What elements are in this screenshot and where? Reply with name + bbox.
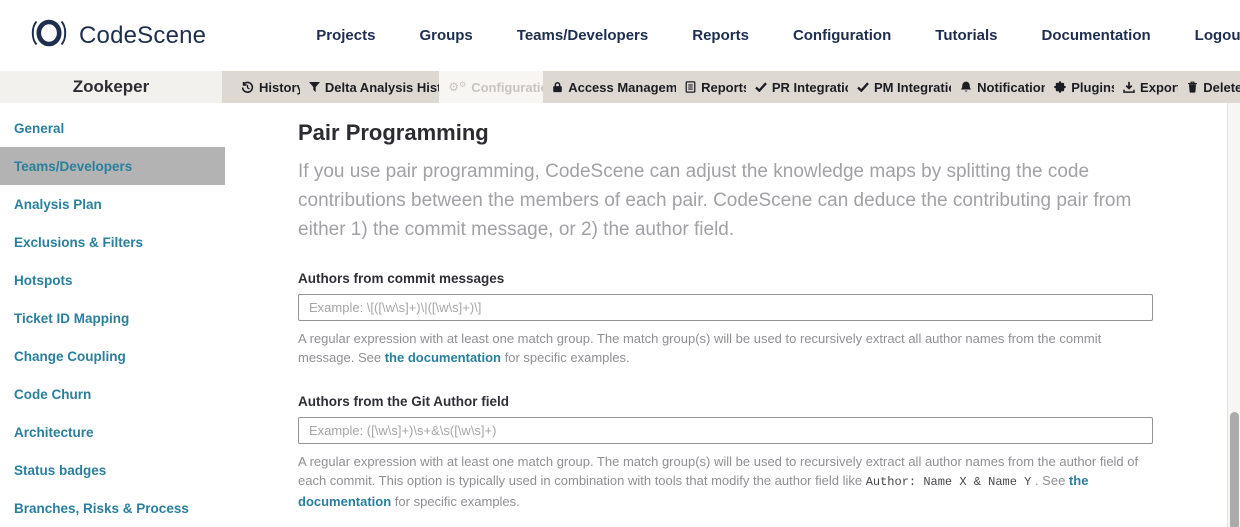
help-text-end: for specific examples. (391, 494, 520, 509)
history-icon (241, 81, 254, 94)
config-sidebar: GeneralTeams/DevelopersAnalysis PlanExcl… (0, 103, 225, 527)
check-icon (755, 82, 767, 92)
sidebar-item-analysis-plan[interactable]: Analysis Plan (0, 185, 225, 223)
sidebar-item-branches-risks-process[interactable]: Branches, Risks & Process (0, 489, 225, 527)
tab-label: PR Integration (772, 80, 848, 95)
tab-label: Configuration (471, 80, 543, 95)
main-nav: Projects Groups Teams/Developers Reports Con… (316, 27, 1240, 44)
tab-label: Delete (1203, 80, 1240, 95)
tab-pm-integration[interactable]: PM Integration (848, 71, 951, 103)
help-after-code: . See (1031, 473, 1069, 488)
help-text-end: for specific examples. (501, 350, 630, 365)
tab-label: History (259, 80, 300, 95)
git-author-help: A regular expression with at least one m… (298, 452, 1153, 511)
git-author-regex-input[interactable] (298, 417, 1153, 444)
tab-label: Plugins (1071, 80, 1114, 95)
tab-label: Reports (701, 80, 746, 95)
nav-item-documentation[interactable]: Documentation (1042, 27, 1151, 44)
tab-label: Delta Analysis History (325, 80, 439, 95)
nav-item-projects[interactable]: Projects (316, 27, 375, 44)
tab-notifications[interactable]: Notifications (951, 71, 1045, 103)
git-author-label: Authors from the Git Author field (298, 394, 1240, 409)
tab-label: Export (1140, 80, 1178, 95)
trash-icon (1187, 81, 1198, 93)
sidebar-item-architecture[interactable]: Architecture (0, 413, 225, 451)
main-content: Pair Programming If you use pair program… (225, 103, 1240, 527)
tab-access-management[interactable]: Access Management (543, 71, 676, 103)
sidebar-item-change-coupling[interactable]: Change Coupling (0, 337, 225, 375)
tab-pr-integration[interactable]: PR Integration (746, 71, 848, 103)
puzzle-icon (1054, 81, 1066, 93)
lock-icon (552, 81, 563, 93)
project-tabbar: Zookeper HistoryDelta Analysis History⚙⚙… (0, 71, 1240, 103)
nav-item-groups[interactable]: Groups (419, 27, 472, 44)
sidebar-item-ticket-id-mapping[interactable]: Ticket ID Mapping (0, 299, 225, 337)
nav-item-reports[interactable]: Reports (692, 27, 749, 44)
codescene-ring-icon (28, 16, 70, 55)
sidebar-item-status-badges[interactable]: Status badges (0, 451, 225, 489)
tab-label: PM Integration (874, 80, 951, 95)
commit-messages-regex-input[interactable] (298, 294, 1153, 321)
nav-item-tutorials[interactable]: Tutorials (935, 27, 997, 44)
download-icon (1123, 81, 1135, 93)
vertical-scrollbar-track[interactable] (1227, 103, 1240, 527)
tab-label: Notifications (977, 80, 1045, 95)
tab-plugins[interactable]: Plugins (1045, 71, 1114, 103)
documentation-link[interactable]: the documentation (385, 350, 501, 365)
file-icon (685, 81, 696, 93)
nav-item-logout[interactable]: Logout (1195, 27, 1240, 44)
nav-item-teams-developers[interactable]: Teams/Developers (517, 27, 648, 44)
page-title: Pair Programming (298, 120, 1240, 146)
gears-icon: ⚙⚙ (448, 81, 466, 93)
project-title-box: Zookeper (0, 71, 222, 103)
sidebar-item-teams-developers[interactable]: Teams/Developers (0, 147, 225, 185)
check-icon (857, 82, 869, 92)
tab-history[interactable]: History (232, 71, 300, 103)
brand-wordmark: CodeScene (79, 22, 206, 50)
project-tabs: History Delta Analysis History ⚙⚙ Configura… (222, 71, 1240, 103)
bell-icon (960, 81, 972, 93)
vertical-scrollbar-thumb[interactable] (1230, 412, 1239, 527)
top-navbar: CodeScene Projects Groups Teams/Developers… (0, 0, 1240, 71)
author-example-code: Author: Name X & Name Y (866, 475, 1032, 489)
filter-icon (309, 82, 320, 93)
tab-reports[interactable]: Reports (676, 71, 746, 103)
sidebar-item-code-churn[interactable]: Code Churn (0, 375, 225, 413)
tab-label: Access Management (568, 80, 676, 95)
tab-export[interactable]: Export (1114, 71, 1178, 103)
sidebar-item-hotspots[interactable]: Hotspots (0, 261, 225, 299)
intro-text: If you use pair programming, CodeScene c… (298, 157, 1160, 244)
commit-messages-help: A regular expression with at least one m… (298, 329, 1153, 367)
codescene-logo[interactable]: CodeScene (28, 16, 206, 55)
project-title: Zookeper (73, 77, 150, 97)
tab-configuration[interactable]: ⚙⚙ Configuration (439, 71, 543, 103)
tab-delta-analysis-history[interactable]: Delta Analysis History (300, 71, 439, 103)
commit-messages-label: Authors from commit messages (298, 271, 1240, 286)
sidebar-item-exclusions-filters[interactable]: Exclusions & Filters (0, 223, 225, 261)
tab-delete[interactable]: Delete (1178, 71, 1240, 103)
sidebar-item-general[interactable]: General (0, 109, 225, 147)
nav-item-configuration[interactable]: Configuration (793, 27, 891, 44)
page-body: GeneralTeams/DevelopersAnalysis PlanExcl… (0, 103, 1240, 527)
